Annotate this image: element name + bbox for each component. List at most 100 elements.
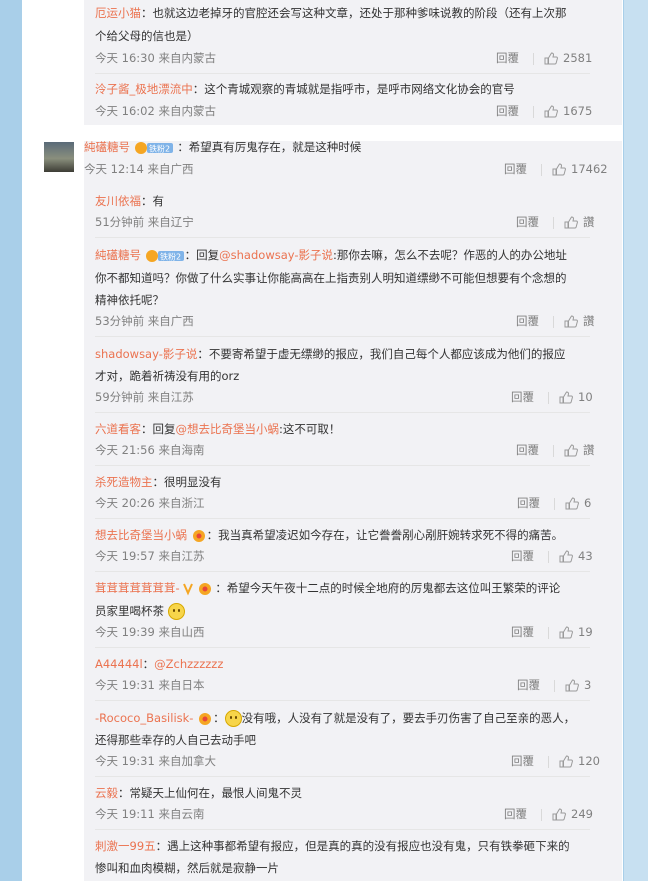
reply-4-body: 六道看客：回复@想去比奇堡当小蜗:这不可取！ xyxy=(95,422,341,436)
reply-time: 今天 19:39 来自山西 xyxy=(95,625,205,639)
main-comment-time: 今天 12:14 来自广西 xyxy=(84,162,194,176)
reply-9-text-cont: 还得那些幸存的人自己去动手吧 xyxy=(95,733,256,747)
reply-user[interactable]: 茸茸茸茸茸茸茸- xyxy=(95,581,180,595)
reply-button[interactable]: 回覆 xyxy=(511,390,534,405)
reply-7-body: 茸茸茸茸茸茸茸- ：希望今天午夜十二点的时候全地府的厉鬼都去这位叫王繁荣的评论 xyxy=(95,581,561,595)
reply-button[interactable]: 回覆 xyxy=(504,162,527,177)
action-divider xyxy=(533,105,534,118)
reply-11-text-cont: 惨叫和血肉模糊，然后就是寂静一片 xyxy=(95,861,279,875)
divider xyxy=(95,237,590,238)
reply-button[interactable]: 回覆 xyxy=(516,215,539,230)
reply-2-text-cont: 精神依托呢？ xyxy=(95,293,164,307)
reply-9-body: -Rococo_Basilisk- ：没有哦，人没有了就是没有了，要去手刃伤害了… xyxy=(95,710,576,727)
top-comment-1-text-cont: 个给父母的信也是） xyxy=(95,29,199,43)
divider xyxy=(95,700,590,701)
reply-time: 今天 19:31 来自日本 xyxy=(95,678,205,692)
like-icon[interactable] xyxy=(559,550,573,563)
reply-7-actions: 回覆 19 xyxy=(511,625,593,640)
reply-user[interactable]: 純礚糖号 xyxy=(95,248,141,262)
top-comment-1-body: 厄运小猫：也就这边老掉牙的官腔还会写这种文章，还处于那种爹味说教的阶段（还有上次… xyxy=(95,6,567,20)
reply-9-actions: 回覆 120 xyxy=(511,754,600,769)
reply-8-body: A44444l：@Zchzzzzzz xyxy=(95,657,224,671)
reply-button[interactable]: 回覆 xyxy=(517,496,540,511)
page-margin xyxy=(624,0,648,881)
reply-1-actions: 回覆 讚 xyxy=(516,215,595,230)
avatar[interactable] xyxy=(44,142,74,172)
like-count[interactable]: 3 xyxy=(584,678,591,693)
svg-text:铁粉2: 铁粉2 xyxy=(149,143,170,153)
like-count[interactable]: 120 xyxy=(578,754,600,769)
top-comment-1-user[interactable]: 厄运小猫 xyxy=(95,6,141,20)
like-count[interactable]: 10 xyxy=(578,390,593,405)
reply-time: 51分钟前 来自辽宁 xyxy=(95,215,194,229)
like-icon[interactable] xyxy=(564,444,578,457)
reply-button[interactable]: 回覆 xyxy=(496,51,519,66)
fan-badge-icon: 铁粉2 xyxy=(134,141,173,154)
reply-6-body: 想去比奇堡当小蜗 ：我当真希望凌迟如今存在，让它誊誊剐心剐肝婉转求死不得的痛苦。 xyxy=(95,528,564,542)
like-icon[interactable] xyxy=(559,626,573,639)
vip-badge-icon xyxy=(199,712,212,725)
svg-text:铁粉2: 铁粉2 xyxy=(160,251,181,261)
like-count[interactable]: 1675 xyxy=(563,104,592,119)
reply-user[interactable]: A44444l xyxy=(95,657,143,671)
action-divider xyxy=(541,163,542,176)
like-count[interactable]: 2581 xyxy=(563,51,592,66)
reply-button[interactable]: 回覆 xyxy=(511,754,534,769)
like-icon[interactable] xyxy=(559,391,573,404)
like-icon[interactable] xyxy=(552,808,566,821)
like-count[interactable]: 17462 xyxy=(571,162,608,177)
reply-user[interactable]: 云毅 xyxy=(95,786,118,800)
like-count[interactable]: 19 xyxy=(578,625,593,640)
divider xyxy=(95,829,590,830)
like-icon[interactable] xyxy=(544,52,558,65)
reply-user[interactable]: 刺激一99五 xyxy=(95,839,156,853)
reply-2-actions: 回覆 讚 xyxy=(516,314,595,329)
reply-button[interactable]: 回覆 xyxy=(511,549,534,564)
reply-button[interactable]: 回覆 xyxy=(511,625,534,640)
like-icon[interactable] xyxy=(564,216,578,229)
like-count[interactable]: 249 xyxy=(571,807,593,822)
reply-user[interactable]: -Rococo_Basilisk- xyxy=(95,711,193,725)
reply-button[interactable]: 回覆 xyxy=(496,104,519,119)
mention-link[interactable]: @Zchzzzzzz xyxy=(154,657,223,671)
like-icon[interactable] xyxy=(559,755,573,768)
divider xyxy=(95,776,590,777)
reply-11-body: 刺激一99五：遇上这种事都希望有报应，但是真的真的没有报应也没有鬼，只有铁拳砸下… xyxy=(95,839,570,853)
like-count[interactable]: 6 xyxy=(584,496,591,511)
reply-time: 今天 20:26 来自浙江 xyxy=(95,496,205,510)
action-divider xyxy=(548,550,549,563)
like-count[interactable]: 讚 xyxy=(583,215,595,230)
like-icon[interactable] xyxy=(544,105,558,118)
like-icon[interactable] xyxy=(552,163,566,176)
reply-user[interactable]: shadowsay-影子说 xyxy=(95,347,197,361)
reply-user[interactable]: 想去比奇堡当小蜗 xyxy=(95,528,187,542)
like-icon[interactable] xyxy=(564,315,578,328)
mention-link[interactable]: @shadowsay-影子说 xyxy=(219,248,333,262)
top-comment-2-user[interactable]: 泠子酱_极地漂流中 xyxy=(95,82,193,96)
divider xyxy=(95,571,590,572)
reply-1-body: 友川依福：有 xyxy=(95,194,164,208)
top-comment-1-actions: 回覆 2581 xyxy=(496,51,592,66)
like-icon[interactable] xyxy=(565,679,579,692)
reply-button[interactable]: 回覆 xyxy=(516,443,539,458)
reply-button[interactable]: 回覆 xyxy=(504,807,527,822)
like-count[interactable]: 43 xyxy=(578,549,593,564)
reply-user[interactable]: 友川依福 xyxy=(95,194,141,208)
reply-button[interactable]: 回覆 xyxy=(516,314,539,329)
like-count[interactable]: 讚 xyxy=(583,314,595,329)
reply-button[interactable]: 回覆 xyxy=(517,678,540,693)
reply-user[interactable]: 杀死造物主 xyxy=(95,475,153,489)
reply-3-text-cont: 才对，跪着祈祷没有用的orz xyxy=(95,369,240,383)
top-comment-2-time: 今天 16:02 来自内蒙古 xyxy=(95,104,216,118)
reply-time: 今天 19:31 来自加拿大 xyxy=(95,754,216,768)
main-comment-user[interactable]: 純礚糖号 xyxy=(84,140,130,154)
like-count[interactable]: 讚 xyxy=(583,443,595,458)
mention-link[interactable]: @想去比奇堡当小蜗 xyxy=(176,422,280,436)
reply-time: 今天 21:56 来自海南 xyxy=(95,443,205,457)
reply-7-text-cont: 员家里喝杯茶 xyxy=(95,603,185,620)
reply-2-body: 純礚糖号 铁粉2 ：回复@shadowsay-影子说:那你去嘛，怎么不去呢？作恶的… xyxy=(95,248,567,262)
action-divider xyxy=(548,755,549,768)
like-icon[interactable] xyxy=(565,497,579,510)
reply-2-text-cont: 你不都知道吗？你做了什么实事让你能高高在上指责别人明知道缥缈不可能但想要有个念想… xyxy=(95,271,567,285)
reply-user[interactable]: 六道看客 xyxy=(95,422,141,436)
